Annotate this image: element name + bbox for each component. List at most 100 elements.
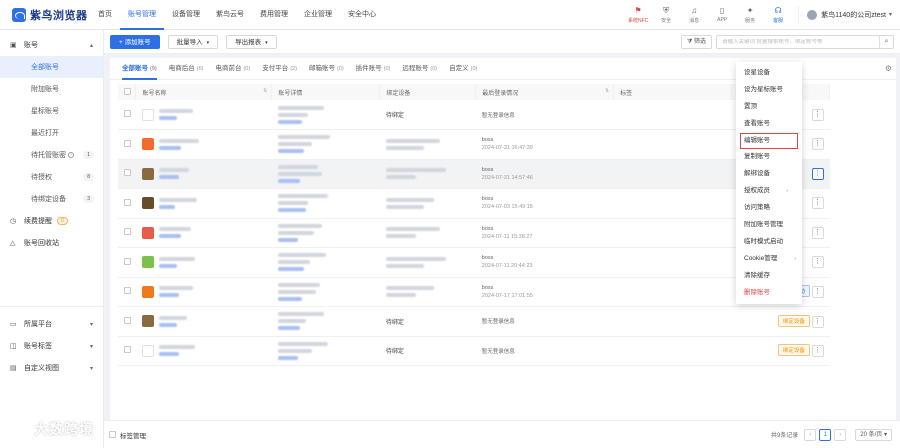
add-account-button[interactable]: + 添加账号 [110, 34, 160, 49]
row-checkbox[interactable] [124, 346, 131, 354]
help-icon[interactable]: ? [68, 152, 74, 158]
footer-checkbox[interactable] [109, 431, 116, 438]
menu-item-attached-account-mgmt[interactable]: 附加账号管理 [736, 217, 802, 234]
top-service-button[interactable]: ✦ 服务 [738, 6, 762, 24]
row-checkbox[interactable] [124, 257, 131, 265]
menu-item-star-device[interactable]: 设星设备 [736, 65, 802, 82]
account-name[interactable] [141, 226, 272, 239]
sidebar-group-accounts[interactable]: ▣ 账号 ▴ [0, 34, 103, 56]
sidebar-item-renewal-reminder[interactable]: ◷ 续费提醒 0 [0, 210, 103, 232]
tab-plugin-accounts[interactable]: 插件账号 (0) [356, 58, 391, 80]
nav-cloud-number[interactable]: 紫鸟云号 [208, 0, 252, 30]
more-options-button[interactable]: ⋮ [811, 226, 824, 239]
more-options-button[interactable]: ⋮ [811, 345, 824, 358]
more-options-button[interactable]: ⋮ [811, 197, 824, 210]
more-options-button[interactable]: ⋮ [811, 108, 824, 121]
export-report-button[interactable]: 导出报表 ▾ [226, 34, 277, 49]
row-checkbox[interactable] [124, 228, 131, 236]
menu-item-clear-cache[interactable]: 清除缓存 [736, 268, 802, 285]
sort-icon[interactable]: ⇅ [605, 88, 609, 94]
search-input[interactable] [717, 38, 879, 45]
top-app-button[interactable]: ▯ APP [710, 6, 734, 23]
nav-account-management[interactable]: 账号管理 [120, 0, 164, 30]
row-checkbox[interactable] [124, 169, 131, 177]
row-checkbox[interactable] [124, 110, 131, 117]
col-last-login[interactable]: 最后登录情况 ⇅ [475, 84, 615, 100]
account-name[interactable] [141, 138, 272, 151]
sidebar-item-pending-credentials[interactable]: 待托管账密 ? 1 [0, 144, 103, 166]
nav-enterprise[interactable]: 企业管理 [296, 0, 340, 30]
top-support-button[interactable]: ☊ 客服 [766, 6, 790, 24]
sidebar-item-recent[interactable]: 最近打开 [0, 122, 103, 144]
account-name[interactable] [141, 315, 272, 328]
top-message-button[interactable]: ♫ 消息 [682, 6, 706, 24]
next-page-button[interactable]: › [834, 428, 847, 441]
table-row[interactable]: boss 2024-07-11 20:44:23 ⋮ [118, 247, 830, 278]
nav-billing[interactable]: 费用管理 [252, 0, 296, 30]
sidebar-item-recycle-bin[interactable]: △ 账号回收站 [0, 232, 103, 254]
tab-ecommerce-backend[interactable]: 电商后台 (6) [169, 58, 204, 80]
app-logo[interactable]: 紫鸟浏览器 [0, 7, 90, 23]
gear-icon[interactable]: ⚙ [885, 64, 892, 73]
top-security-button[interactable]: ⛨ 安全 [654, 6, 678, 24]
table-row[interactable]: boss 2024-07-03 15:49:15 ⋮ [118, 188, 830, 219]
prev-page-button[interactable]: ‹ [804, 428, 817, 441]
table-row[interactable]: 待绑定 暂无登录信息 绑定设备 ⋮ [118, 336, 830, 366]
more-options-button[interactable]: ⋮ [811, 256, 824, 269]
more-options-button[interactable]: ⋮ [811, 286, 824, 299]
menu-item-view-account[interactable]: 查看账号 [736, 116, 802, 133]
tab-ecommerce-frontend[interactable]: 电商前台 (0) [215, 58, 250, 80]
more-options-button[interactable]: ⋮ [811, 167, 824, 180]
top-nfc-button[interactable]: ⚑ 系统NFC [626, 6, 650, 24]
col-account-name[interactable]: 账号名称 ⇅ [135, 84, 273, 100]
search-icon[interactable]: ⌕ [879, 35, 893, 48]
menu-item-pin-top[interactable]: 置顶 [736, 99, 802, 116]
nav-home[interactable]: 首页 [90, 0, 120, 30]
row-checkbox[interactable] [124, 139, 131, 147]
account-name[interactable] [141, 256, 272, 269]
menu-item-delete-account[interactable]: 删除账号 [736, 285, 802, 302]
sidebar-group-platform[interactable]: ▭ 所属平台 ▾ [0, 313, 103, 335]
menu-item-unbind-device[interactable]: 解绑设备 [736, 166, 802, 183]
table-row[interactable]: boss 2024-07-31 16:47:39 ⋮ [118, 129, 830, 160]
more-options-button[interactable]: ⋮ [811, 315, 824, 328]
tab-payment-platform[interactable]: 支付平台 (2) [262, 58, 297, 80]
select-all-checkbox[interactable] [124, 87, 131, 95]
page-size-select[interactable]: 20 条/页 ▾ [855, 428, 892, 441]
tab-remote-accounts[interactable]: 远程账号 (0) [402, 58, 437, 80]
menu-item-copy-account[interactable]: 复制账号 [736, 149, 802, 166]
account-name[interactable] [141, 108, 272, 121]
tab-custom[interactable]: 自定义 (0) [449, 58, 477, 80]
sidebar-group-custom-view[interactable]: ▤ 自定义视图 ▾ [0, 357, 103, 379]
filter-button[interactable]: ⧩ 筛选 [680, 34, 712, 49]
table-row[interactable]: 待绑定 暂无登录信息 ⋮ [118, 100, 830, 130]
sidebar-item-attached-accounts[interactable]: 附加账号 [0, 78, 103, 100]
bind-device-button[interactable]: 绑定设备 [777, 314, 810, 327]
account-name[interactable] [141, 285, 272, 298]
row-checkbox[interactable] [124, 198, 131, 206]
menu-item-temp-mode-launch[interactable]: 临时模式启动 [736, 234, 802, 251]
sidebar-item-pending-device-binding[interactable]: 待绑定设备 3 [0, 188, 103, 210]
account-name[interactable] [141, 344, 272, 357]
more-options-button[interactable]: ⋮ [811, 138, 824, 151]
table-row[interactable]: 待绑定 暂无登录信息 绑定设备 ⋮ [118, 306, 830, 337]
account-name[interactable] [141, 197, 272, 210]
menu-item-authorize-members[interactable]: 授权成员 › [736, 183, 802, 200]
bind-device-button[interactable]: 绑定设备 [777, 344, 810, 357]
sidebar-item-starred-accounts[interactable]: 星标账号 [0, 100, 103, 122]
sidebar-item-pending-authorization[interactable]: 待授权 8 [0, 166, 103, 188]
menu-item-set-starred[interactable]: 设为星标账号 [736, 82, 802, 99]
table-row[interactable]: boss 2024-07-31 14:57:46 ⋮ [118, 159, 830, 189]
menu-item-access-policy[interactable]: 访问策略 [736, 200, 802, 217]
tab-all-accounts[interactable]: 全部账号 (9) [122, 58, 157, 80]
page-number[interactable]: 1 [819, 428, 832, 441]
account-name[interactable] [141, 167, 272, 180]
nav-device-management[interactable]: 设备管理 [164, 0, 208, 30]
menu-item-edit-account[interactable]: 编辑账号 [740, 132, 798, 150]
sidebar-item-all-accounts[interactable]: 全部账号 [0, 56, 103, 78]
tag-management[interactable]: 标签管理 [109, 430, 146, 440]
sort-icon[interactable]: ⇅ [263, 88, 267, 94]
batch-import-button[interactable]: 批量导入 ▾ [167, 34, 219, 49]
row-checkbox[interactable] [124, 287, 131, 295]
menu-item-cookie-management[interactable]: Cookie管理 › [736, 251, 802, 268]
